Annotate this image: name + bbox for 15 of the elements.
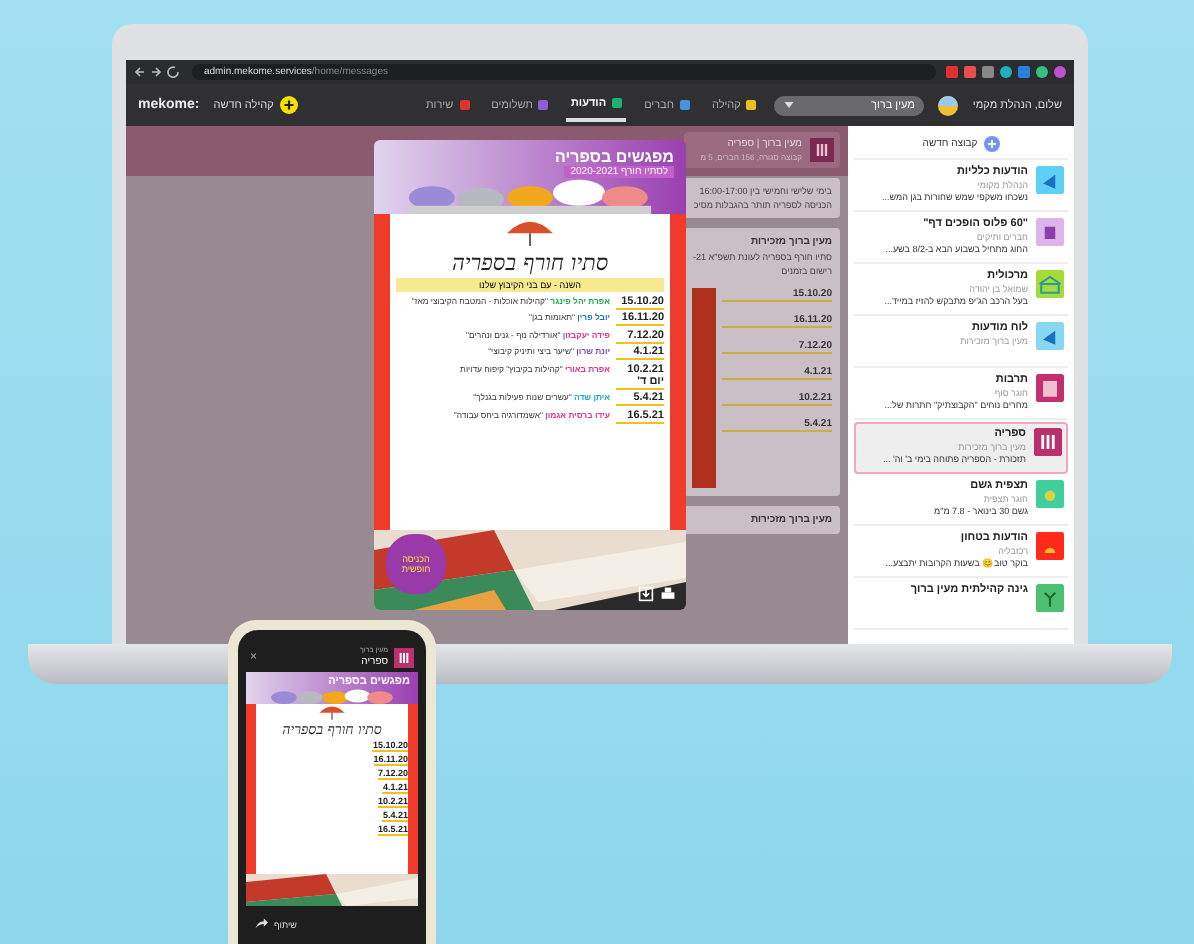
plus-icon	[279, 96, 298, 114]
books-icon	[394, 647, 414, 668]
navigation-arrows-icon[interactable]	[134, 66, 182, 78]
plus-icon	[983, 136, 1000, 152]
poster-title: סתיו חורף בספריה	[451, 249, 609, 275]
share-icon	[254, 918, 268, 930]
extension-icons[interactable]	[946, 66, 1066, 78]
avatar-icon[interactable]	[938, 95, 959, 115]
umbrella-icon	[502, 218, 558, 246]
print-icon[interactable]	[660, 586, 676, 602]
dropdown-icon	[784, 102, 795, 108]
download-icon[interactable]	[638, 586, 654, 602]
umbrella-icon	[318, 704, 346, 721]
books-icon	[810, 138, 834, 162]
poster-heading: מפגשים בספריה	[555, 148, 674, 166]
